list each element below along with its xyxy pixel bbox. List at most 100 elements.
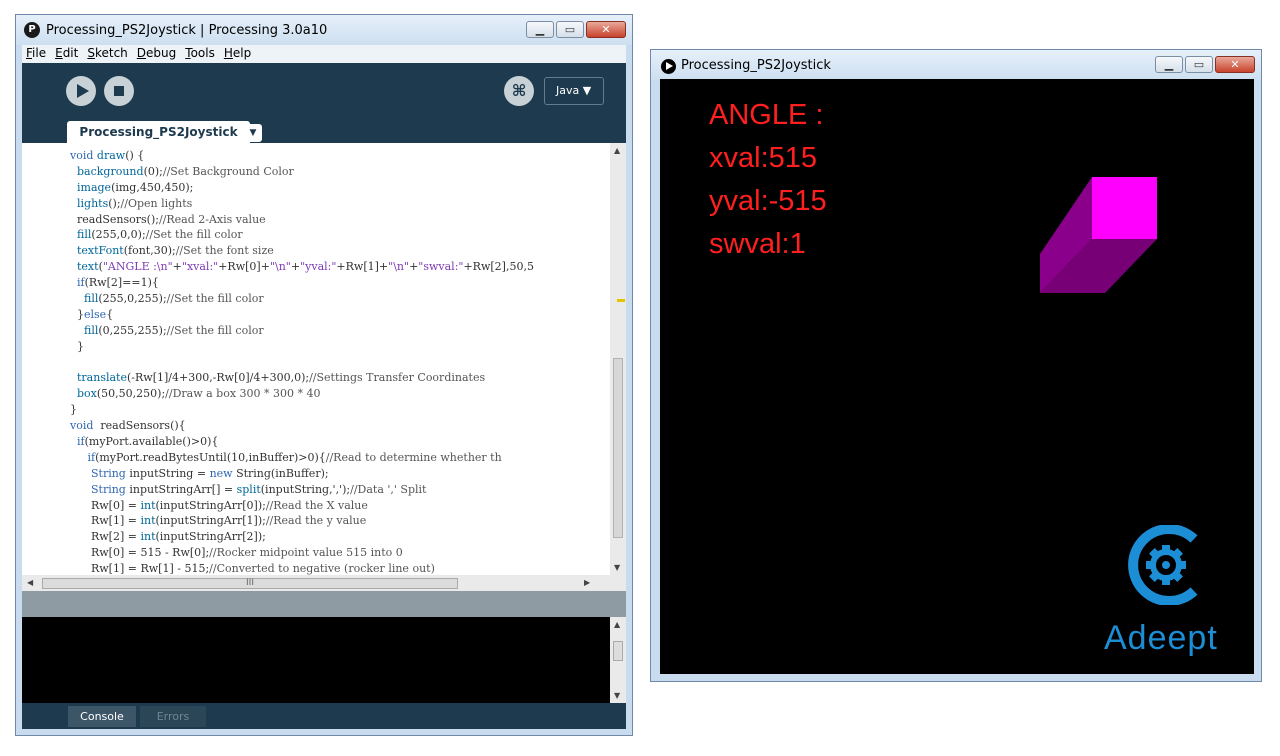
processing-app-icon: P — [24, 22, 40, 38]
editor-scroll-thumb[interactable] — [613, 358, 623, 538]
console-scrollbar[interactable]: ▲ ▼ — [610, 617, 626, 703]
code-text: fill(255,0,255);//Set the fill color — [84, 292, 264, 306]
code-line[interactable]: 50void readSensors(){ — [70, 418, 610, 434]
tab-console[interactable]: Console — [68, 706, 136, 727]
ide-body: ⌘ Java ▼ Processing_PS2Joystick ▼ 33void… — [22, 63, 626, 729]
code-text: background(0);//Set Background Color — [77, 164, 294, 178]
ide-title-bar[interactable]: P Processing_PS2Joystick | Processing 3.… — [16, 15, 632, 45]
code-line[interactable]: 46 — [70, 355, 610, 371]
stop-button[interactable] — [104, 76, 134, 106]
horizontal-scroll-thumb[interactable]: III — [42, 578, 458, 589]
sketch-play-icon — [661, 59, 676, 74]
minimize-icon: ▁ — [535, 23, 545, 36]
code-line[interactable]: 56 Rw[1] = int(inputStringArr[1]);//Read… — [70, 513, 610, 529]
sketch-window: Processing_PS2Joystick ▁ ▭ ✕ ANGLE : xva… — [650, 49, 1262, 682]
play-icon — [77, 84, 89, 98]
console-scroll-thumb[interactable] — [613, 641, 623, 661]
sketch-title-bar[interactable]: Processing_PS2Joystick ▁ ▭ ✕ — [651, 50, 1261, 80]
code-text: String inputStringArr[] = split(inputStr… — [90, 482, 427, 496]
sketch-minimize-button[interactable]: ▁ — [1155, 56, 1183, 73]
sketch-maximize-button[interactable]: ▭ — [1185, 56, 1213, 73]
scroll-down-icon[interactable]: ▼ — [614, 563, 620, 572]
code-line[interactable]: 38 fill(255,0,0);//Set the fill color — [70, 227, 610, 243]
code-editor[interactable]: 33void draw() {34 background(0);//Set Ba… — [22, 143, 626, 575]
menu-tools[interactable]: Tools — [181, 45, 220, 63]
code-text: String inputString = new String(inBuffer… — [90, 466, 329, 480]
maximize-icon: ▭ — [564, 23, 576, 36]
editor-vertical-scrollbar[interactable]: ▲ ▼ — [610, 143, 626, 575]
run-button[interactable] — [66, 76, 96, 106]
code-line[interactable]: 36 lights();//Open lights — [70, 196, 610, 212]
close-icon: ✕ — [1230, 58, 1240, 71]
code-line[interactable]: 35 image(img,450,450); — [70, 180, 610, 196]
code-line[interactable]: 55 Rw[0] = int(inputStringArr[0]);//Read… — [70, 498, 610, 514]
console-tab-bar: Console Errors — [22, 703, 626, 729]
code-line[interactable]: 44 fill(0,255,255);//Set the fill color — [70, 323, 610, 339]
tab-menu-button[interactable]: ▼ — [244, 124, 262, 142]
debugger-button[interactable]: ⌘ — [504, 76, 534, 106]
menu-debug[interactable]: Debug — [133, 45, 181, 63]
code-text: textFont(font,30);//Set the font size — [77, 244, 274, 258]
minimize-button[interactable]: ▁ — [526, 21, 554, 38]
code-text: box(50,50,250);//Draw a box 300 * 300 * … — [77, 387, 321, 401]
code-text: Rw[2] = int(inputStringArr[2]); — [70, 530, 266, 544]
code-line[interactable]: 47 translate(-Rw[1]/4+300,-Rw[0]/4+300,0… — [70, 370, 610, 386]
code-line[interactable]: 57 Rw[2] = int(inputStringArr[2]); — [70, 529, 610, 545]
scroll-right-icon[interactable]: ▶ — [584, 578, 590, 587]
menu-file[interactable]: File — [22, 45, 51, 63]
menu-edit[interactable]: Edit — [51, 45, 83, 63]
code-text: image(img,450,450); — [77, 180, 194, 194]
tab-errors[interactable]: Errors — [140, 706, 206, 727]
code-line[interactable]: 42 fill(255,0,255);//Set the fill color — [70, 291, 610, 307]
adeept-logo-icon — [1128, 525, 1198, 605]
code-text: text("ANGLE :\n"+"xval:"+Rw[0]+"\n"+"yva… — [77, 260, 534, 274]
butterfly-icon: ⌘ — [511, 81, 527, 100]
maximize-button[interactable]: ▭ — [556, 21, 584, 38]
editor-horizontal-scrollbar[interactable]: ◀ III ▶ — [22, 575, 626, 591]
console-scroll-down-icon[interactable]: ▼ — [614, 691, 620, 700]
code-line[interactable]: 45 } — [70, 339, 610, 355]
ide-toolbar: ⌘ Java ▼ — [22, 63, 626, 119]
console-scroll-up-icon[interactable]: ▲ — [614, 620, 620, 629]
code-line[interactable]: 33void draw() { — [70, 148, 610, 164]
close-button[interactable]: ✕ — [586, 21, 626, 38]
code-text: fill(0,255,255);//Set the fill color — [84, 323, 264, 337]
code-line[interactable]: 54 String inputStringArr[] = split(input… — [70, 482, 610, 498]
code-line[interactable]: 34 background(0);//Set Background Color — [70, 164, 610, 180]
sketch-close-button[interactable]: ✕ — [1215, 56, 1255, 73]
code-line[interactable]: 49} — [70, 402, 610, 418]
code-line[interactable]: 52 if(myPort.readBytesUntil(10,inBuffer)… — [70, 450, 610, 466]
scroll-left-icon[interactable]: ◀ — [27, 578, 33, 587]
tab-processing-ps2joystick[interactable]: Processing_PS2Joystick — [67, 121, 250, 145]
processing-ide-window: P Processing_PS2Joystick | Processing 3.… — [15, 14, 633, 736]
code-line[interactable]: 40 text("ANGLE :\n"+"xval:"+Rw[0]+"\n"+"… — [70, 259, 610, 275]
code-line[interactable]: 48 box(50,50,250);//Draw a box 300 * 300… — [70, 386, 610, 402]
code-text: lights();//Open lights — [77, 196, 193, 210]
code-line[interactable]: 58 Rw[0] = 515 - Rw[0];//Rocker midpoint… — [70, 545, 610, 561]
menu-help[interactable]: Help — [220, 45, 256, 63]
code-line[interactable]: 39 textFont(font,30);//Set the font size — [70, 243, 610, 259]
code-area[interactable]: 33void draw() {34 background(0);//Set Ba… — [70, 148, 610, 575]
scroll-up-icon[interactable]: ▲ — [614, 146, 620, 155]
menu-sketch[interactable]: Sketch — [83, 45, 132, 63]
box-front-face — [1092, 177, 1157, 239]
mode-selector[interactable]: Java ▼ — [544, 77, 604, 105]
code-text: void draw() { — [70, 149, 145, 162]
sketch-canvas: ANGLE : xval:515 yval:-515 swval:1 Adeep… — [660, 79, 1254, 674]
code-line[interactable]: 41 if(Rw[2]==1){ — [70, 275, 610, 291]
code-line[interactable]: 59 Rw[1] = Rw[1] - 515;//Converted to ne… — [70, 561, 610, 575]
code-line[interactable]: 43 }else{ — [70, 307, 610, 323]
code-text: readSensors();//Read 2-Axis value — [70, 212, 266, 226]
code-line[interactable]: 53 String inputString = new String(inBuf… — [70, 466, 610, 482]
code-line[interactable]: 51 if(myPort.available()>0){ — [70, 434, 610, 450]
code-text: } — [70, 339, 84, 353]
code-line[interactable]: 37 readSensors();//Read 2-Axis value — [70, 212, 610, 228]
ide-window-title: Processing_PS2Joystick | Processing 3.0a… — [46, 23, 328, 38]
console-output[interactable]: ▲ ▼ — [22, 617, 626, 703]
code-text: Rw[0] = int(inputStringArr[0]);//Read th… — [70, 498, 368, 512]
code-text: Rw[1] = Rw[1] - 515;//Converted to negat… — [70, 562, 435, 575]
code-text: if(myPort.readBytesUntil(10,inBuffer)>0)… — [87, 450, 502, 464]
code-text: }else{ — [70, 307, 114, 321]
minimize-icon: ▁ — [1164, 58, 1174, 71]
error-marker[interactable] — [617, 299, 625, 302]
